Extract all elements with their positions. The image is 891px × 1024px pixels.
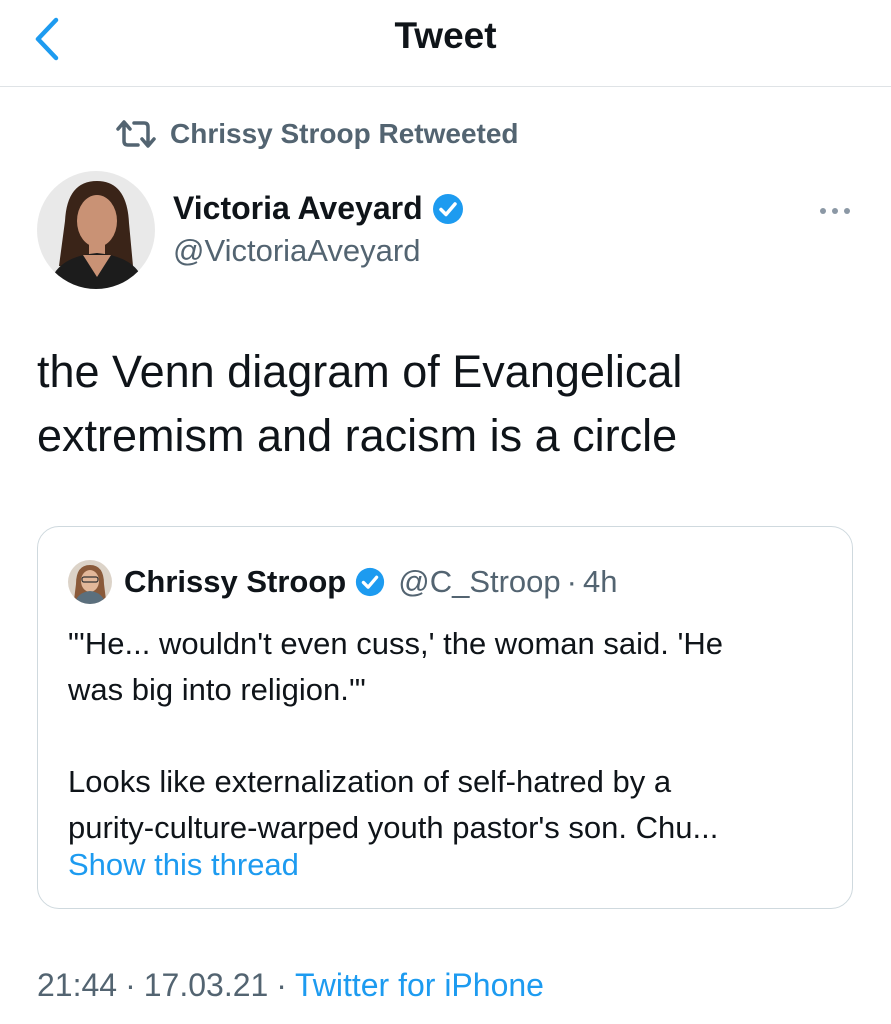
tweet-time: 21:44 [37,967,118,1003]
quoted-tweet-header: Chrissy Stroop @C_Stroop · 4h [68,559,617,605]
quoted-author-name[interactable]: Chrissy Stroop [124,564,346,600]
page-title: Tweet [394,15,497,56]
tweet-date: 17.03.21 [143,967,269,1003]
quoted-text-line: "'He... wouldn't even cuss,' the woman s… [68,626,723,661]
quoted-tweet-text: "'He... wouldn't even cuss,' the woman s… [68,621,838,851]
tweet-text-line: the Venn diagram of Evangelical [37,346,683,397]
separator-dot: · [125,967,136,1003]
quoted-avatar[interactable] [68,560,112,604]
separator-dot: · [276,967,287,1003]
retweet-icon [116,120,156,148]
tweet-text-line: extremism and racism is a circle [37,410,678,461]
quoted-text-line: Looks like externalization of self-hatre… [68,764,672,799]
separator-dot: · [566,564,577,599]
avatar[interactable] [37,171,155,289]
quoted-author-handle[interactable]: @C_Stroop [398,564,560,600]
author-name[interactable]: Victoria Aveyard [173,190,465,227]
more-horizontal-icon [820,208,850,214]
retweet-banner[interactable]: Chrissy Stroop Retweeted [114,114,519,154]
show-thread-link[interactable]: Show this thread [68,847,299,883]
retweet-banner-text: Chrissy Stroop Retweeted [170,118,519,149]
tweet-metadata: 21:44 · 17.03.21 · Twitter for iPhone [37,967,544,1004]
tweet-source-link[interactable]: Twitter for iPhone [295,967,544,1004]
tweet-text: the Venn diagram of Evangelical extremis… [37,340,857,468]
author-handle[interactable]: @VictoriaAveyard [173,233,420,269]
quoted-text-line: purity-culture-warped youth pastor's son… [68,810,719,845]
more-options-button[interactable] [818,203,852,219]
verified-badge-icon [432,193,463,224]
verified-badge-icon [356,567,385,597]
quoted-tweet-card[interactable]: Chrissy Stroop @C_Stroop · 4h "'He... wo… [37,526,853,909]
quoted-timestamp[interactable]: 4h [583,564,617,600]
top-bar: Tweet [0,0,891,87]
author-name-text: Victoria Aveyard [173,190,423,226]
quoted-text-line: was big into religion.'" [68,672,366,707]
